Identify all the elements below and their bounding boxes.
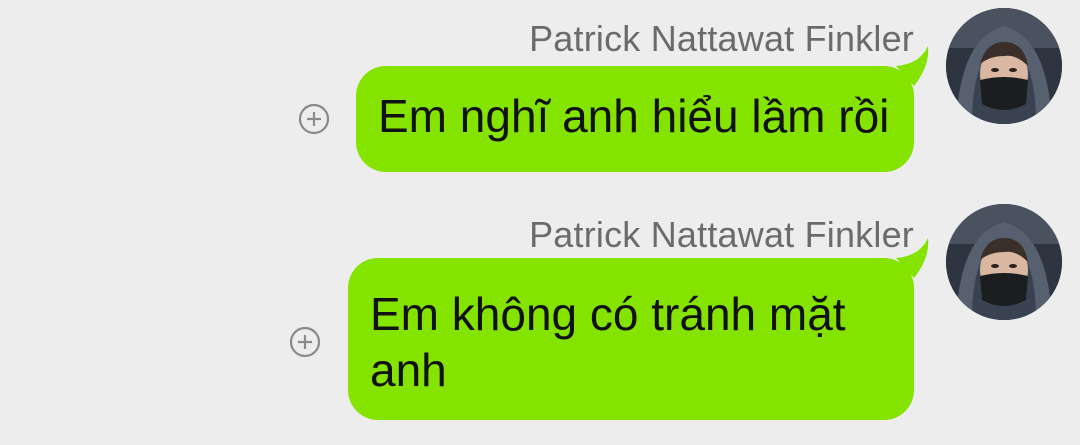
message-bubble[interactable]: Em nghĩ anh hiểu lầm rồi xyxy=(356,66,914,172)
avatar-image xyxy=(946,204,1062,320)
message-text: Em không có tránh mặt anh xyxy=(370,288,846,396)
add-circle-icon[interactable] xyxy=(298,103,330,135)
chat-message: Patrick Nattawat Finkler Em nghĩ anh hiể… xyxy=(0,0,1080,200)
add-circle-icon[interactable] xyxy=(289,326,321,358)
message-bubble[interactable]: Em không có tránh mặt anh xyxy=(348,258,914,420)
sender-name: Patrick Nattawat Finkler xyxy=(529,18,914,59)
chat-message: Patrick Nattawat Finkler Em không có trá… xyxy=(0,196,1080,445)
sender-name: Patrick Nattawat Finkler xyxy=(529,214,914,255)
avatar[interactable] xyxy=(946,8,1062,124)
avatar-image xyxy=(946,8,1062,124)
avatar[interactable] xyxy=(946,204,1062,320)
message-text: Em nghĩ anh hiểu lầm rồi xyxy=(378,90,890,142)
